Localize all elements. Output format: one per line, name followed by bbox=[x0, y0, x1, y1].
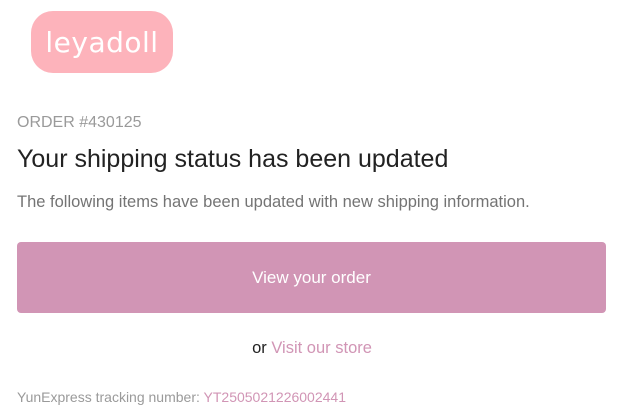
order-number: ORDER #430125 bbox=[17, 114, 142, 131]
view-order-button[interactable]: View your order bbox=[17, 242, 606, 313]
brand-logo-text: leyadoll bbox=[45, 25, 159, 59]
page-title: Your shipping status has been updated bbox=[17, 145, 449, 173]
tracking-number-link[interactable]: YT2505021226002441 bbox=[204, 389, 346, 405]
visit-store-prefix: or bbox=[252, 339, 267, 357]
status-description: The following items have been updated wi… bbox=[17, 193, 530, 211]
visit-store-line: or Visit our store bbox=[0, 339, 624, 358]
brand-logo: leyadoll bbox=[31, 11, 173, 73]
tracking-info: YunExpress tracking number: YT2505021226… bbox=[17, 389, 346, 405]
tracking-label: YunExpress tracking number: bbox=[17, 389, 200, 405]
visit-store-link[interactable]: Visit our store bbox=[271, 339, 372, 357]
